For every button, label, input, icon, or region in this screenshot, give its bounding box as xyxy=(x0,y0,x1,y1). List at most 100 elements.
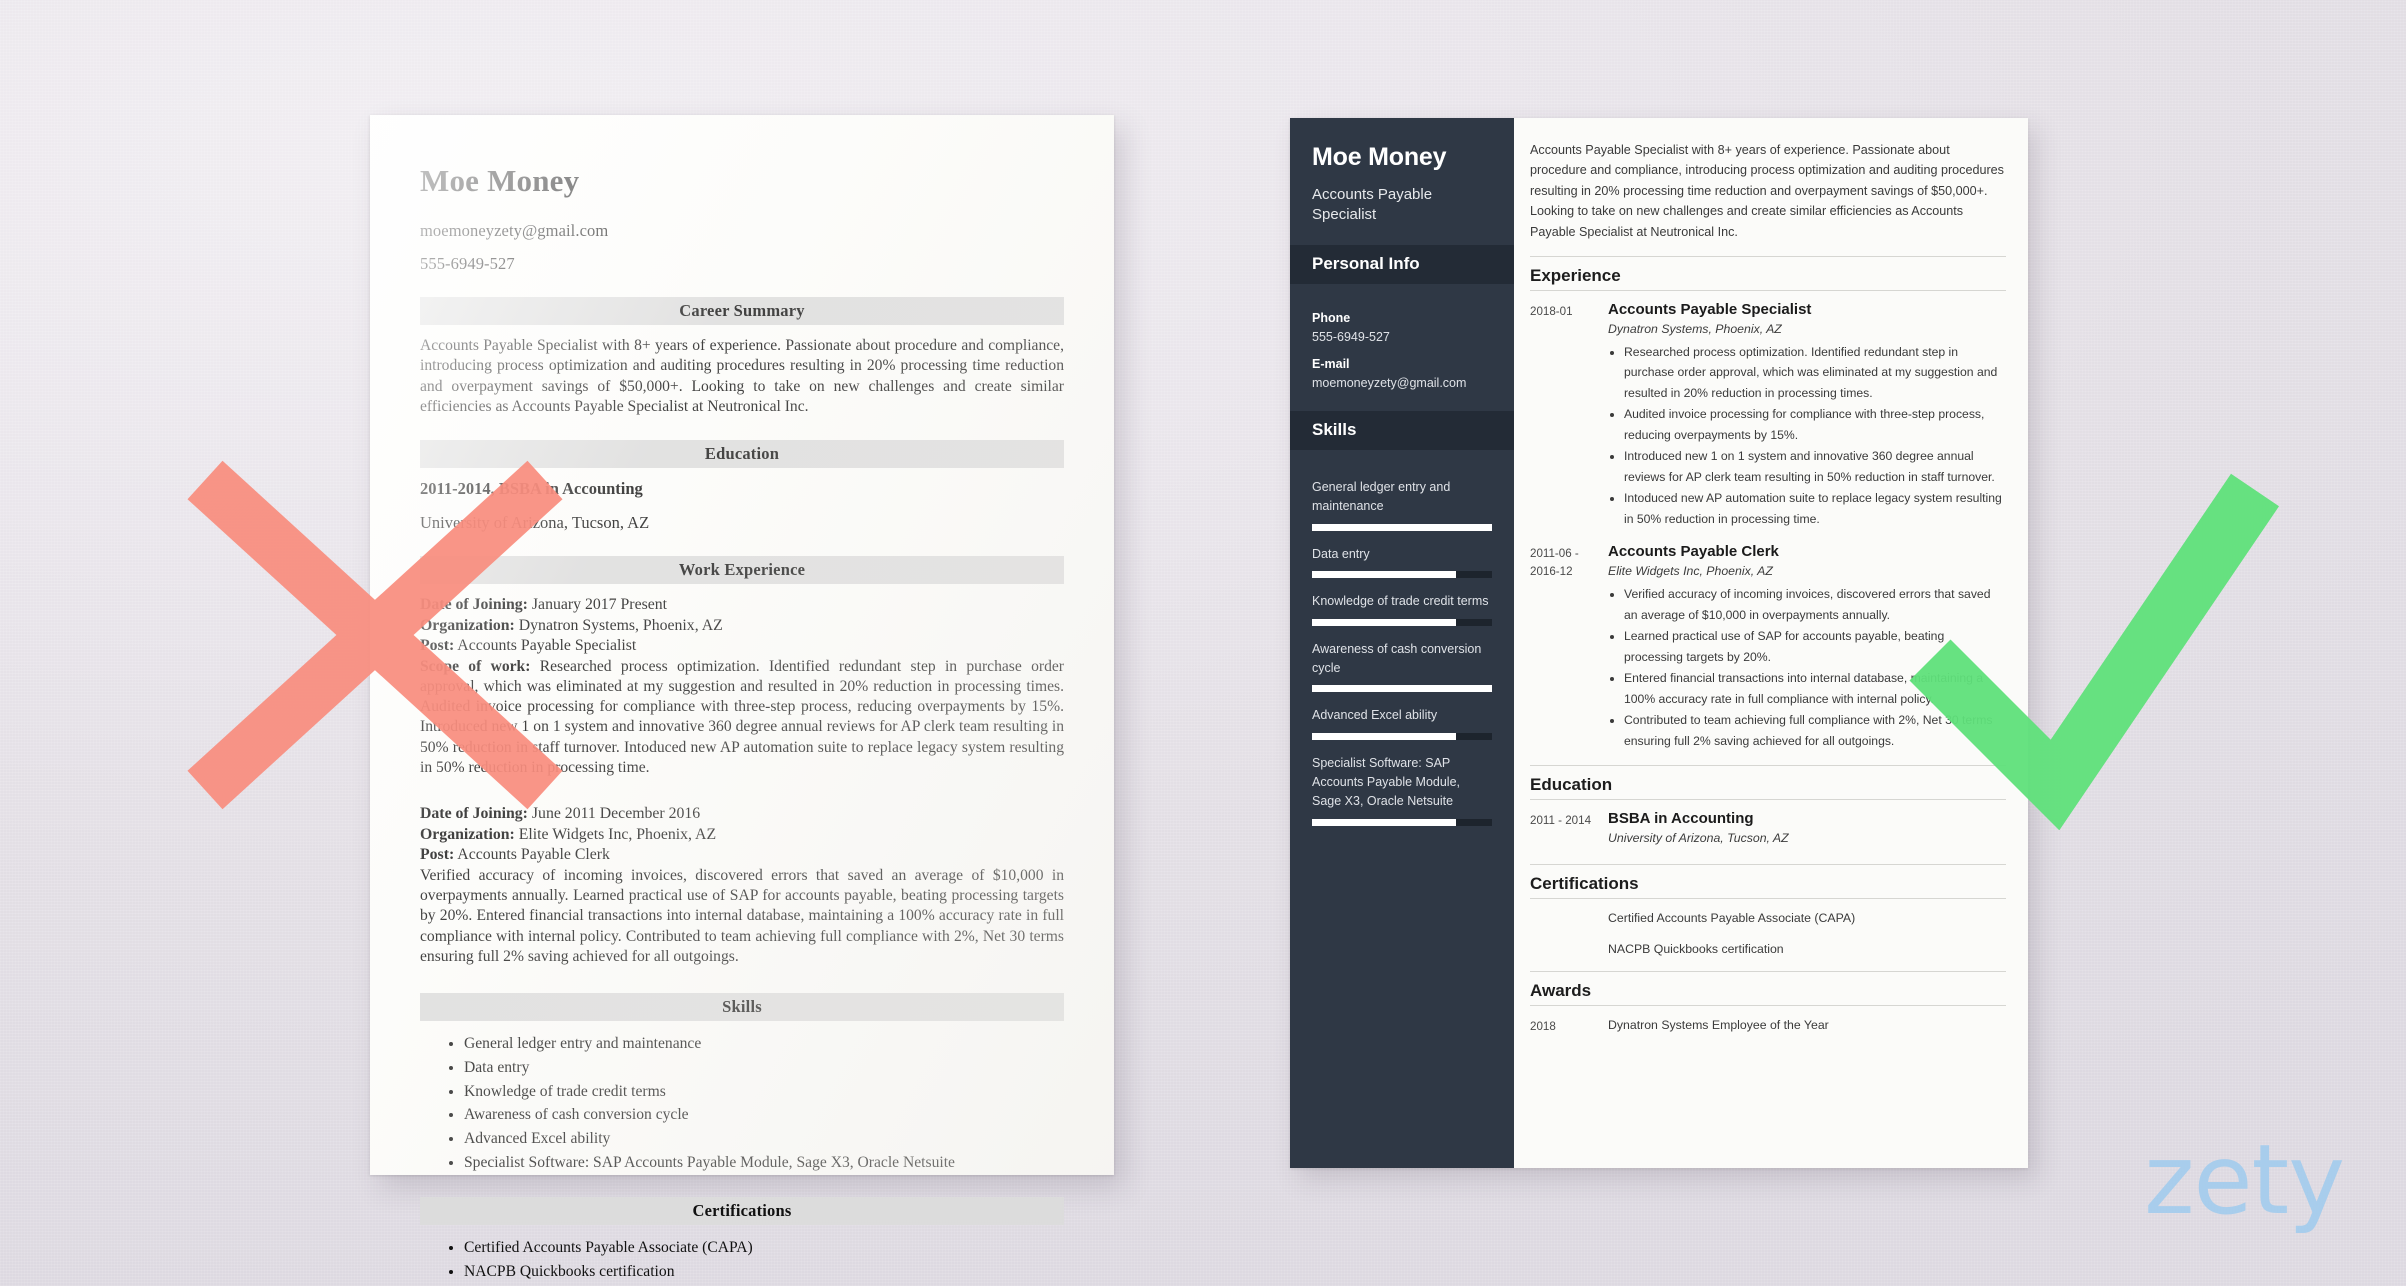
good-education-degree: BSBA in Accounting xyxy=(1608,810,1754,828)
bad-skills-list: General ledger entry and maintenanceData… xyxy=(420,1032,1064,1174)
bad-skill-item: Awareness of cash conversion cycle xyxy=(464,1103,1064,1127)
sidebar-skill-label: Advanced Excel ability xyxy=(1312,708,1438,723)
bad-section-skills: Skills xyxy=(420,993,1064,1022)
sidebar-skill-label: Specialist Software: SAP Accounts Payabl… xyxy=(1312,755,1461,809)
good-certification-text: Certified Accounts Payable Associate (CA… xyxy=(1608,911,1856,926)
good-certification-date xyxy=(1530,909,1608,936)
bad-job-org-row: Organization: Dynatron Systems, Phoenix,… xyxy=(420,616,1064,637)
bad-job-date-value: June 2011 December 2016 xyxy=(531,805,701,823)
sidebar-skill-bar xyxy=(1312,818,1492,826)
sidebar-skill-bar-fill xyxy=(1312,685,1492,693)
bad-job-org-label: Organization: xyxy=(420,825,515,843)
bad-job-date-label: Date of Joining: xyxy=(420,596,528,614)
bad-job-scope-value: Researched process optimization. Identif… xyxy=(420,657,1064,776)
bad-job-scope-row: Scope of work: Researched process optimi… xyxy=(420,657,1064,779)
sidebar-section-skills: Skills xyxy=(1290,411,1514,450)
good-education-date: 2011 - 2014 xyxy=(1530,814,1592,828)
bad-job-entry: Date of Joining: June 2011 December 2016… xyxy=(420,804,1064,967)
good-section-certifications: Certifications xyxy=(1530,864,2006,900)
good-award-date: 2018 xyxy=(1530,1019,1556,1033)
sidebar-skill-label: Awareness of cash conversion cycle xyxy=(1312,641,1482,675)
good-experience-bullet: Contributed to team achieving full compl… xyxy=(1624,710,2006,751)
good-experience-bullets: Verified accuracy of incoming invoices, … xyxy=(1608,584,2006,751)
good-experience-bullet: Intoduced new AP automation suite to rep… xyxy=(1624,488,2006,529)
good-experience-role: Accounts Payable Clerk xyxy=(1608,543,1779,561)
bad-job-post-row: Post: Accounts Payable Specialist xyxy=(420,636,1064,657)
good-award-entry: 2018 Dynatron Systems Employee of the Yea… xyxy=(1530,1016,2006,1043)
good-experience-bullets: Researched process optimization. Identif… xyxy=(1608,342,2006,530)
bad-section-career-summary: Career Summary xyxy=(420,297,1064,325)
sidebar-skill-bar xyxy=(1312,732,1492,740)
screenshot-stage: Moe Money moemoneyzety@gmail.com 555-694… xyxy=(0,0,2406,1286)
bad-job-post-value: Accounts Payable Clerk xyxy=(457,846,610,864)
good-certification-date xyxy=(1530,940,1608,967)
sidebar-skill-item: Knowledge of trade credit terms xyxy=(1312,592,1492,626)
bad-skill-item: Advanced Excel ability xyxy=(464,1127,1064,1151)
background-texture xyxy=(0,0,2406,1286)
good-resume-main: Accounts Payable Specialist with 8+ year… xyxy=(1514,118,2028,1168)
sidebar-skill-label: General ledger entry and maintenance xyxy=(1312,480,1451,514)
bad-education-degree: 2011-2014, BSBA in Accounting xyxy=(420,479,643,499)
bad-job-date-row: Date of Joining: January 2017 Present xyxy=(420,595,1064,616)
sidebar-skill-bar-fill xyxy=(1312,523,1492,531)
bad-job-org-value: Elite Widgets Inc, Phoenix, AZ xyxy=(518,825,717,843)
good-certification-entry: Certified Accounts Payable Associate (CA… xyxy=(1530,909,2006,936)
bad-job-date-row: Date of Joining: June 2011 December 2016 xyxy=(420,804,1064,825)
personal-info-body: Phone 555-6949-527 E-mail moemoneyzety@g… xyxy=(1290,284,1514,397)
good-education-list: 2011 - 2014 BSBA in Accounting University … xyxy=(1530,810,2006,851)
good-education-school: University of Arizona, Tucson, AZ xyxy=(1608,831,1789,846)
sidebar-skill-item: Advanced Excel ability xyxy=(1312,706,1492,740)
good-resume-name: Moe Money xyxy=(1312,143,1447,171)
sidebar-skill-item: Specialist Software: SAP Accounts Payabl… xyxy=(1312,754,1492,826)
good-section-education: Education xyxy=(1530,765,2006,801)
good-experience-bullet: Entered financial transactions into inte… xyxy=(1624,668,2006,709)
sidebar-skill-bar xyxy=(1312,571,1492,579)
sidebar-skill-bar-fill xyxy=(1312,618,1456,626)
sidebar-skill-bar-fill xyxy=(1312,571,1456,579)
sidebar-skill-bar xyxy=(1312,523,1492,531)
bad-job-post-row: Post: Accounts Payable Clerk xyxy=(420,845,1064,866)
good-award-text: Dynatron Systems Employee of the Year xyxy=(1608,1017,1829,1032)
good-experience-detail: Accounts Payable Specialist Dynatron Syst… xyxy=(1608,301,2006,531)
sidebar-skill-item: Awareness of cash conversion cycle xyxy=(1312,640,1492,693)
sidebar-skill-label: Knowledge of trade credit terms xyxy=(1312,594,1489,609)
email-label: E-mail xyxy=(1312,357,1350,371)
bad-job-org-value: Dynatron Systems, Phoenix, AZ xyxy=(518,616,723,634)
good-experience-bullet: Verified accuracy of incoming invoices, … xyxy=(1624,584,2006,625)
bad-skill-item: Specialist Software: SAP Accounts Payabl… xyxy=(464,1151,1064,1175)
good-experience-bullet: Introduced new 1 on 1 system and innovat… xyxy=(1624,446,2006,487)
sidebar-skill-item: General ledger entry and maintenance xyxy=(1312,478,1492,531)
bad-certification-item: NACPB Quickbooks certification xyxy=(464,1260,1064,1284)
bad-job-scope-row: Verified accuracy of incoming invoices, … xyxy=(420,866,1064,967)
good-resume-document: Moe Money Accounts Payable Specialist Pe… xyxy=(1290,118,2028,1168)
good-experience-bullet: Audited invoice processing for complianc… xyxy=(1624,404,2006,445)
good-resume-job-title: Accounts Payable Specialist xyxy=(1312,185,1433,223)
zety-logo: zety xyxy=(2144,1124,2345,1236)
good-resume-sidebar: Moe Money Accounts Payable Specialist Pe… xyxy=(1290,118,1514,1168)
sidebar-skill-item: Data entry xyxy=(1312,545,1492,579)
bad-skill-item: Data entry xyxy=(464,1056,1064,1080)
bad-summary-text: Accounts Payable Specialist with 8+ year… xyxy=(420,337,1064,415)
good-education-entry: 2011 - 2014 BSBA in Accounting University … xyxy=(1530,810,2006,851)
good-certification-text: NACPB Quickbooks certification xyxy=(1608,942,1784,957)
bad-job-date-value: January 2017 Present xyxy=(531,596,668,614)
good-experience-entry: 2018-01 Accounts Payable Specialist Dynatr… xyxy=(1530,301,2006,531)
sidebar-skill-label: Data entry xyxy=(1312,546,1370,561)
sidebar-header: Moe Money Accounts Payable Specialist xyxy=(1290,118,1514,245)
bad-job-entry: Date of Joining: January 2017 Present Or… xyxy=(420,595,1064,778)
bad-certifications-list: Certified Accounts Payable Associate (CA… xyxy=(420,1236,1064,1283)
good-experience-list: 2018-01 Accounts Payable Specialist Dynatr… xyxy=(1530,301,2006,753)
good-experience-role: Accounts Payable Specialist xyxy=(1608,300,1812,318)
phone-label: Phone xyxy=(1312,311,1351,325)
bad-job-post-value: Accounts Payable Specialist xyxy=(457,637,637,655)
bad-job-date-label: Date of Joining: xyxy=(420,805,528,823)
bad-certification-item: Certified Accounts Payable Associate (CA… xyxy=(464,1236,1064,1260)
good-summary-text: Accounts Payable Specialist with 8+ year… xyxy=(1530,143,2004,239)
bad-job-org-row: Organization: Elite Widgets Inc, Phoenix… xyxy=(420,825,1064,846)
sidebar-skill-bar-fill xyxy=(1312,818,1456,826)
good-certifications-list: Certified Accounts Payable Associate (CA… xyxy=(1530,909,2006,966)
good-experience-date: 2011-06 - 2016-12 xyxy=(1530,547,1579,579)
bad-job-scope-value: Verified accuracy of incoming invoices, … xyxy=(420,866,1064,965)
sidebar-skill-bar xyxy=(1312,685,1492,693)
good-experience-entry: 2011-06 - 2016-12 Accounts Payable Clerk E… xyxy=(1530,543,2006,752)
